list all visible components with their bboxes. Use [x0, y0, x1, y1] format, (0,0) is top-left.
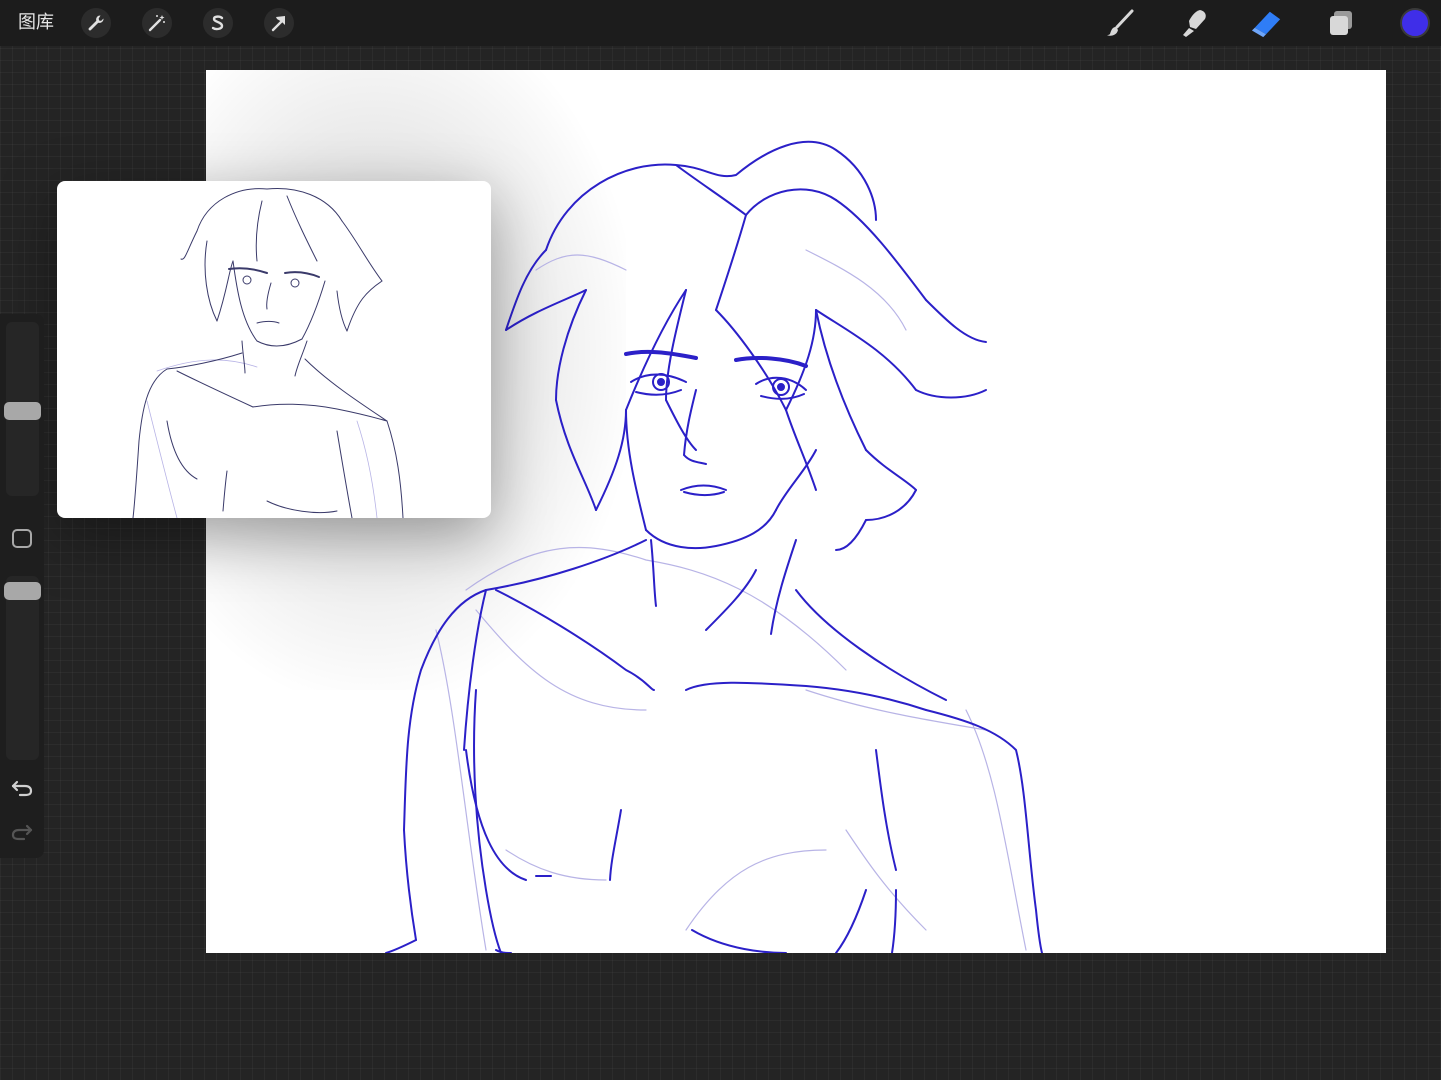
smudge-icon — [1183, 10, 1206, 37]
brush-size-handle[interactable] — [4, 402, 41, 420]
top-toolbar: 图库 — [0, 0, 1441, 46]
left-sidebar — [0, 314, 44, 858]
layers-button[interactable] — [1325, 7, 1357, 39]
undo-button[interactable] — [10, 777, 34, 799]
reference-window[interactable] — [57, 181, 491, 518]
layers-icon — [1330, 11, 1352, 35]
brush-tool-button[interactable] — [1104, 7, 1136, 39]
opacity-handle[interactable] — [4, 582, 41, 600]
transform-button[interactable] — [264, 8, 294, 38]
wrench-icon — [88, 15, 104, 31]
eraser-icon — [1251, 11, 1281, 38]
magic-wand-icon — [148, 15, 165, 32]
actions-button[interactable] — [81, 8, 111, 38]
smudge-tool-button[interactable] — [1178, 7, 1210, 39]
gallery-button[interactable]: 图库 — [18, 10, 54, 36]
modify-button[interactable] — [12, 529, 32, 548]
arrow-cursor-icon — [271, 16, 285, 32]
redo-button[interactable] — [10, 821, 34, 843]
reference-sketch — [132, 187, 404, 518]
selection-button[interactable] — [203, 8, 233, 38]
undo-icon — [11, 780, 33, 797]
redo-icon — [11, 824, 33, 841]
selection-s-icon — [211, 15, 224, 31]
opacity-slider[interactable] — [6, 576, 39, 760]
eraser-tool-button[interactable] — [1251, 7, 1283, 39]
brush-icon — [1107, 9, 1134, 36]
adjustments-button[interactable] — [142, 8, 172, 38]
color-picker-button[interactable] — [1400, 8, 1430, 38]
